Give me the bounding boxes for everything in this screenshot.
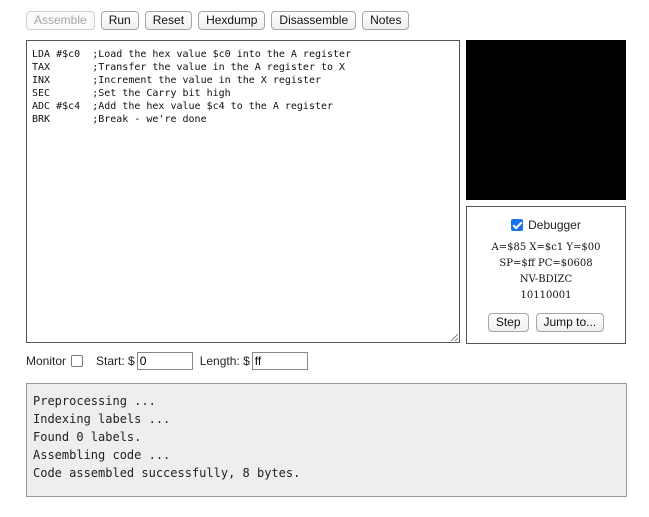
code-line: BRK ;Break - we're done: [32, 114, 207, 125]
hexdump-button[interactable]: Hexdump: [198, 11, 266, 30]
length-input[interactable]: [251, 352, 308, 370]
start-address-input[interactable]: [136, 352, 193, 370]
disassemble-button[interactable]: Disassemble: [271, 11, 357, 30]
console-line: Found 0 labels.: [33, 430, 142, 444]
console-line: Assembling code ...: [33, 448, 171, 462]
code-line: LDA #$c0 ;Load the hex value $c0 into th…: [32, 49, 352, 60]
console-line: Code assembled successfully, 8 bytes.: [33, 466, 301, 480]
assemble-button[interactable]: Assemble: [26, 11, 95, 30]
resize-handle-icon[interactable]: [451, 334, 458, 341]
debugger-toggle: Debugger: [467, 218, 625, 232]
reset-button[interactable]: Reset: [144, 11, 193, 30]
debugger-panel: Debugger A=$85 X=$c1 Y=$00 SP=$ff PC=$06…: [466, 206, 626, 344]
code-line: SEC ;Set the Carry bit high: [32, 88, 231, 99]
register-line: A=$85 X=$c1 Y=$00: [491, 242, 601, 253]
monitor-controls: Monitor Start: $ Length: $: [26, 352, 308, 370]
display-screen: [466, 40, 626, 200]
debugger-label: Debugger: [528, 218, 581, 232]
register-display: A=$85 X=$c1 Y=$00 SP=$ff PC=$0608 NV-BDI…: [467, 240, 625, 304]
code-editor[interactable]: LDA #$c0 ;Load the hex value $c0 into th…: [26, 40, 460, 343]
monitor-label: Monitor: [26, 354, 67, 368]
register-line: SP=$ff PC=$0608: [499, 258, 593, 269]
message-console: Preprocessing ... Indexing labels ... Fo…: [26, 383, 627, 497]
jump-to-button[interactable]: Jump to...: [535, 313, 605, 332]
flags-value: 10110001: [520, 290, 572, 301]
monitor-checkbox[interactable]: [71, 355, 84, 367]
console-line: Indexing labels ...: [33, 412, 171, 426]
toolbar: Assemble Run Reset Hexdump Disassemble N…: [26, 11, 410, 30]
console-line: Preprocessing ...: [33, 394, 156, 408]
step-button[interactable]: Step: [487, 313, 529, 332]
start-label: Start: $: [96, 354, 135, 368]
code-line: TAX ;Transfer the value in the A registe…: [32, 62, 346, 73]
length-label: Length: $: [199, 354, 250, 368]
notes-button[interactable]: Notes: [362, 11, 410, 30]
code-line: ADC #$c4 ;Add the hex value $c4 to the A…: [32, 101, 334, 112]
flags-header: NV-BDIZC: [519, 274, 573, 285]
code-line: INX ;Increment the value in the X regist…: [32, 75, 321, 86]
debugger-checkbox[interactable]: [511, 219, 524, 231]
run-button[interactable]: Run: [100, 11, 139, 30]
